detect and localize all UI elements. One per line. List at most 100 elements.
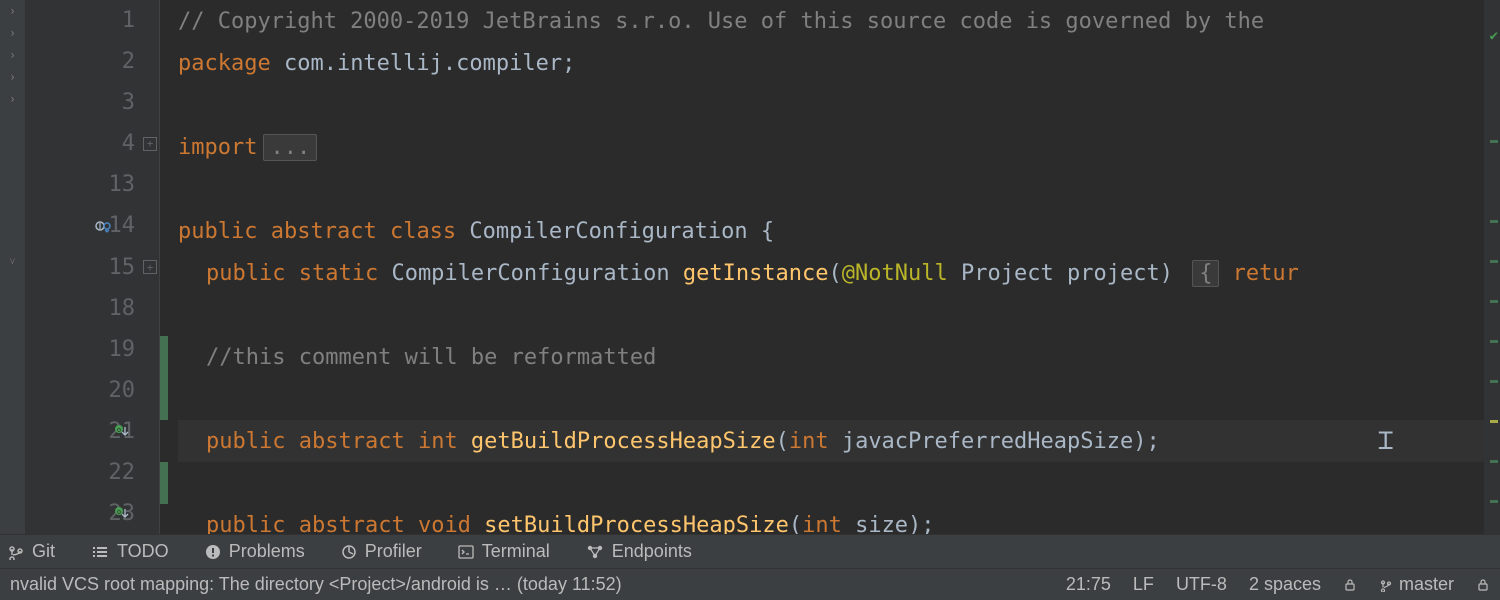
branch-name: master [1399, 574, 1454, 595]
code-line-current[interactable]: public abstract int getBuildProcessHeapS… [178, 420, 1500, 462]
override-down-icon[interactable]: o [113, 505, 129, 521]
tool-window-problems[interactable]: Problems [205, 541, 305, 562]
stripe-marker[interactable] [1490, 300, 1498, 303]
keyword: public [206, 513, 285, 535]
stripe-marker[interactable] [1490, 140, 1498, 143]
gutter-row[interactable]: 15 + [26, 246, 159, 287]
stripe-marker[interactable] [1490, 340, 1498, 343]
stripe-marker[interactable] [1490, 500, 1498, 503]
method-name: getInstance [683, 261, 829, 286]
code-text: ( [789, 513, 802, 535]
tool-window-profiler[interactable]: Profiler [341, 541, 422, 562]
cursor-position[interactable]: 21:75 [1066, 574, 1111, 595]
gutter[interactable]: 1 2 3 4 + 13 14 15 + 18 19 20 [26, 0, 160, 534]
method-name: setBuildProcessHeapSize [471, 513, 789, 535]
code-text: Project project) [948, 261, 1186, 286]
git-branch-widget[interactable]: master [1379, 574, 1454, 595]
stripe-marker[interactable] [1490, 460, 1498, 463]
code-text: ( [829, 261, 842, 286]
code-line[interactable] [178, 462, 1500, 504]
gutter-row[interactable]: 1 [26, 0, 159, 41]
code-line[interactable]: //this comment will be reformatted [178, 336, 1500, 378]
code-line[interactable]: package com.intellij.compiler; [178, 42, 1500, 84]
folded-brace[interactable]: { [1192, 260, 1219, 287]
code-line[interactable]: public abstract void setBuildProcessHeap… [178, 504, 1500, 534]
code-line[interactable]: // Copyright 2000-2019 JetBrains s.r.o. … [178, 0, 1500, 42]
gutter-row[interactable]: o 23 [26, 493, 159, 534]
code-line[interactable]: public abstract class CompilerConfigurat… [178, 210, 1500, 252]
folded-region[interactable]: ... [263, 134, 317, 161]
keyword: public [206, 429, 285, 454]
stripe-marker[interactable] [1490, 380, 1498, 383]
code-text: javacPreferredHeapSize); [829, 429, 1160, 454]
usages-icon[interactable] [95, 218, 111, 234]
gutter-row[interactable]: 18 [26, 288, 159, 329]
gutter-row[interactable]: 13 [26, 164, 159, 205]
file-encoding[interactable]: UTF-8 [1176, 574, 1227, 595]
line-number: 15 [95, 255, 135, 280]
code-line[interactable] [178, 294, 1500, 336]
branch-icon [1379, 578, 1393, 592]
tool-window-label: TODO [117, 541, 169, 562]
vcs-change-marker[interactable] [160, 336, 168, 378]
endpoints-icon [586, 544, 604, 560]
gutter-row[interactable]: 14 [26, 205, 159, 246]
status-bar: nvalid VCS root mapping: The directory <… [0, 568, 1500, 600]
stripe-marker[interactable] [1490, 260, 1498, 263]
gutter-row[interactable]: 22 [26, 452, 159, 493]
code-lines[interactable]: // Copyright 2000-2019 JetBrains s.r.o. … [160, 0, 1500, 534]
code-area: 1 2 3 4 + 13 14 15 + 18 19 20 [26, 0, 1500, 534]
tool-window-todo[interactable]: TODO [91, 541, 169, 562]
stripe-marker[interactable] [1490, 220, 1498, 223]
stripe-marker[interactable] [1490, 420, 1498, 423]
tool-window-label: Git [32, 541, 55, 562]
override-down-icon[interactable]: o [113, 423, 129, 439]
line-number: 19 [95, 337, 135, 362]
gutter-row[interactable]: 3 [26, 82, 159, 123]
code-text: CompilerConfiguration [378, 261, 683, 286]
code-text: size); [842, 513, 935, 535]
tool-window-endpoints[interactable]: Endpoints [586, 541, 692, 562]
line-number: 22 [95, 460, 135, 485]
inspection-ok-icon[interactable]: ✔ [1490, 28, 1498, 44]
line-separator[interactable]: LF [1133, 574, 1154, 595]
tool-window-terminal[interactable]: Terminal [458, 541, 550, 562]
tool-window-git[interactable]: Git [8, 541, 55, 562]
vcs-change-marker[interactable] [160, 462, 168, 504]
tool-window-bar: Git TODO Problems Profiler Terminal Endp… [0, 534, 1500, 568]
status-message[interactable]: nvalid VCS root mapping: The directory <… [10, 574, 622, 595]
list-icon [91, 545, 109, 559]
gutter-row[interactable]: 19 [26, 329, 159, 370]
code-line[interactable]: public static CompilerConfiguration getI… [178, 252, 1500, 294]
readonly-lock-icon[interactable] [1343, 578, 1357, 592]
fold-expand-icon[interactable]: + [143, 260, 157, 274]
text-caret-icon: Ꮖ [1378, 427, 1394, 455]
line-number: 1 [95, 8, 135, 33]
keyword: public [178, 219, 257, 244]
fold-expand-icon[interactable]: + [143, 137, 157, 151]
keyword: public [206, 261, 285, 286]
code-line[interactable] [178, 84, 1500, 126]
keyword: int [789, 429, 829, 454]
gutter-row[interactable]: 4 + [26, 123, 159, 164]
error-stripe[interactable]: ✔ [1484, 0, 1500, 534]
padlock-icon[interactable] [1476, 578, 1490, 592]
line-number: 20 [95, 378, 135, 403]
keyword: void [405, 513, 471, 535]
gutter-row[interactable]: 20 [26, 370, 159, 411]
gutter-row[interactable]: 2 [26, 41, 159, 82]
code-line[interactable]: import... [178, 126, 1500, 168]
code-line[interactable] [178, 168, 1500, 210]
vcs-change-marker[interactable] [160, 378, 168, 420]
gutter-row[interactable]: o 21 [26, 411, 159, 452]
keyword: int [802, 513, 842, 535]
editor[interactable]: 1 2 3 4 + 13 14 15 + 18 19 20 [26, 0, 1500, 534]
line-number: 13 [95, 172, 135, 197]
line-number: 3 [95, 90, 135, 115]
code-line[interactable] [178, 378, 1500, 420]
left-tool-strip[interactable]: › › › › › ˅ [0, 0, 26, 534]
svg-text:o: o [117, 426, 121, 434]
indent-widget[interactable]: 2 spaces [1249, 574, 1321, 595]
comment-text: //this comment will be reformatted [206, 345, 656, 370]
warning-icon [205, 544, 221, 560]
